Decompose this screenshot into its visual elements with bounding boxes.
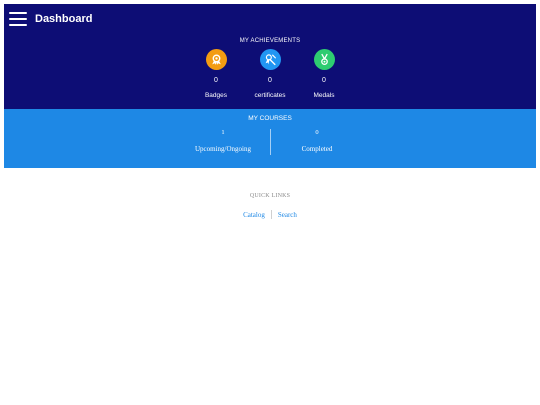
badges-label: Badges xyxy=(204,92,228,99)
course-upcoming-ongoing[interactable]: 1 Upcoming/Ongoing xyxy=(177,129,270,155)
achievement-medals[interactable]: 0 Medals xyxy=(297,49,351,99)
top-bar: Dashboard xyxy=(4,4,536,33)
app-frame: Dashboard MY ACHIEVEMENTS 0 Badges 0 cer… xyxy=(4,4,536,219)
achievement-badges[interactable]: 0 Badges xyxy=(189,49,243,99)
quick-links-separator xyxy=(270,210,272,219)
upcoming-label: Upcoming/Ongoing xyxy=(195,145,251,153)
certificates-count: 0 xyxy=(268,77,272,84)
medal-icon xyxy=(313,49,335,70)
certificates-label: certificates xyxy=(254,92,286,99)
medals-count: 0 xyxy=(322,77,326,84)
achievements-row: 0 Badges 0 certificates 0 Medals xyxy=(4,49,536,99)
quick-links: Catalog Search xyxy=(4,210,536,219)
hamburger-menu-icon[interactable] xyxy=(9,11,27,26)
search-link[interactable]: Search xyxy=(278,211,297,219)
badge-icon xyxy=(205,49,227,70)
courses-panel: MY COURSES 1 Upcoming/Ongoing 0 Complete… xyxy=(4,109,536,168)
course-completed[interactable]: 0 Completed xyxy=(271,129,364,155)
achievements-panel: MY ACHIEVEMENTS 0 Badges 0 certificates … xyxy=(4,33,536,109)
medals-label: Medals xyxy=(313,92,335,99)
quick-links-title: QUICK LINKS xyxy=(249,193,291,199)
badges-count: 0 xyxy=(214,77,218,84)
courses-row: 1 Upcoming/Ongoing 0 Completed xyxy=(4,129,536,155)
completed-count: 0 xyxy=(315,129,319,136)
completed-label: Completed xyxy=(301,145,333,153)
achievement-certificates[interactable]: 0 certificates xyxy=(243,49,297,99)
catalog-link[interactable]: Catalog xyxy=(243,211,265,219)
page-title: Dashboard xyxy=(35,12,93,25)
upcoming-count: 1 xyxy=(221,129,225,136)
achievements-title: MY ACHIEVEMENTS xyxy=(239,38,301,44)
certificate-icon xyxy=(259,49,281,70)
courses-title: MY COURSES xyxy=(248,115,292,122)
